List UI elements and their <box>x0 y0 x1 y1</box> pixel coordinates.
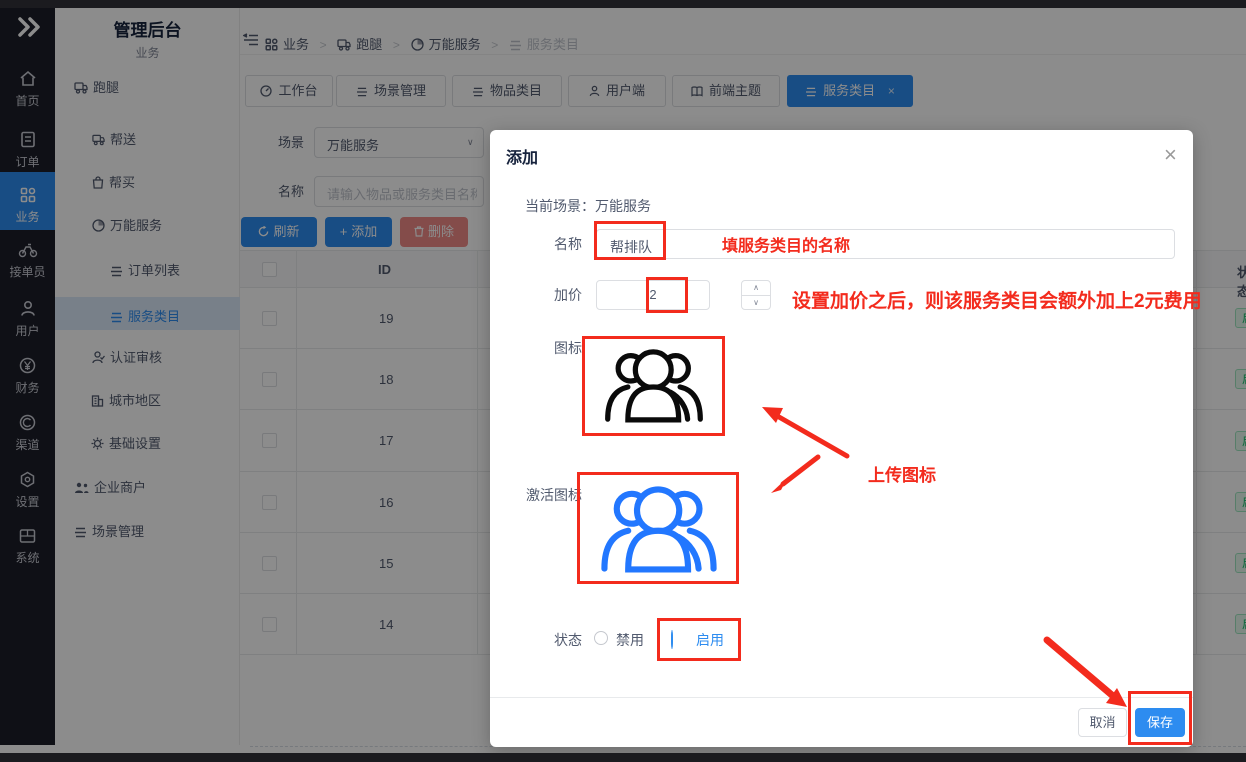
name-label: 名称 <box>516 234 582 254</box>
annotation-box-status <box>657 618 741 661</box>
annotation-upload-tip: 上传图标 <box>868 461 936 486</box>
annotation-name-tip: 填服务类目的名称 <box>722 232 850 256</box>
current-scene-label: 当前场景： <box>525 198 595 214</box>
active-icon-label: 激活图标 <box>516 485 582 505</box>
cancel-button[interactable]: 取消 <box>1078 708 1127 737</box>
annotation-box-name <box>594 221 666 260</box>
annotation-box-active-icon <box>577 472 739 584</box>
name-input[interactable]: 帮排队 <box>596 229 1175 259</box>
icon-label: 图标 <box>516 338 582 358</box>
close-icon[interactable]: × <box>1164 144 1177 166</box>
stepper-down-icon[interactable]: ∨ <box>742 295 770 309</box>
annotation-price-tip: 设置加价之后，则该服务类目会额外加上2元费用 <box>792 286 1202 313</box>
top-window-bar <box>0 0 1246 8</box>
radio-disabled-label[interactable]: 禁用 <box>616 630 644 650</box>
admin-app: 首页 订单 业务 接单员 用户 财务 渠道 设置 <box>0 0 1246 762</box>
annotation-box-save <box>1128 691 1192 745</box>
price-label: 加价 <box>516 285 582 305</box>
status-label: 状态 <box>516 630 582 650</box>
stepper-up-icon[interactable]: ∧ <box>742 281 770 295</box>
current-scene: 当前场景：万能服务 <box>525 196 651 216</box>
annotation-box-icon <box>582 336 725 436</box>
radio-disabled[interactable] <box>594 631 608 645</box>
dialog-footer-divider <box>490 697 1193 698</box>
dialog-title: 添加 <box>506 144 538 168</box>
bottom-window-bar <box>0 753 1246 762</box>
current-scene-value: 万能服务 <box>595 198 651 214</box>
price-stepper[interactable]: ∧ ∨ <box>741 280 771 310</box>
annotation-box-price <box>646 277 688 313</box>
